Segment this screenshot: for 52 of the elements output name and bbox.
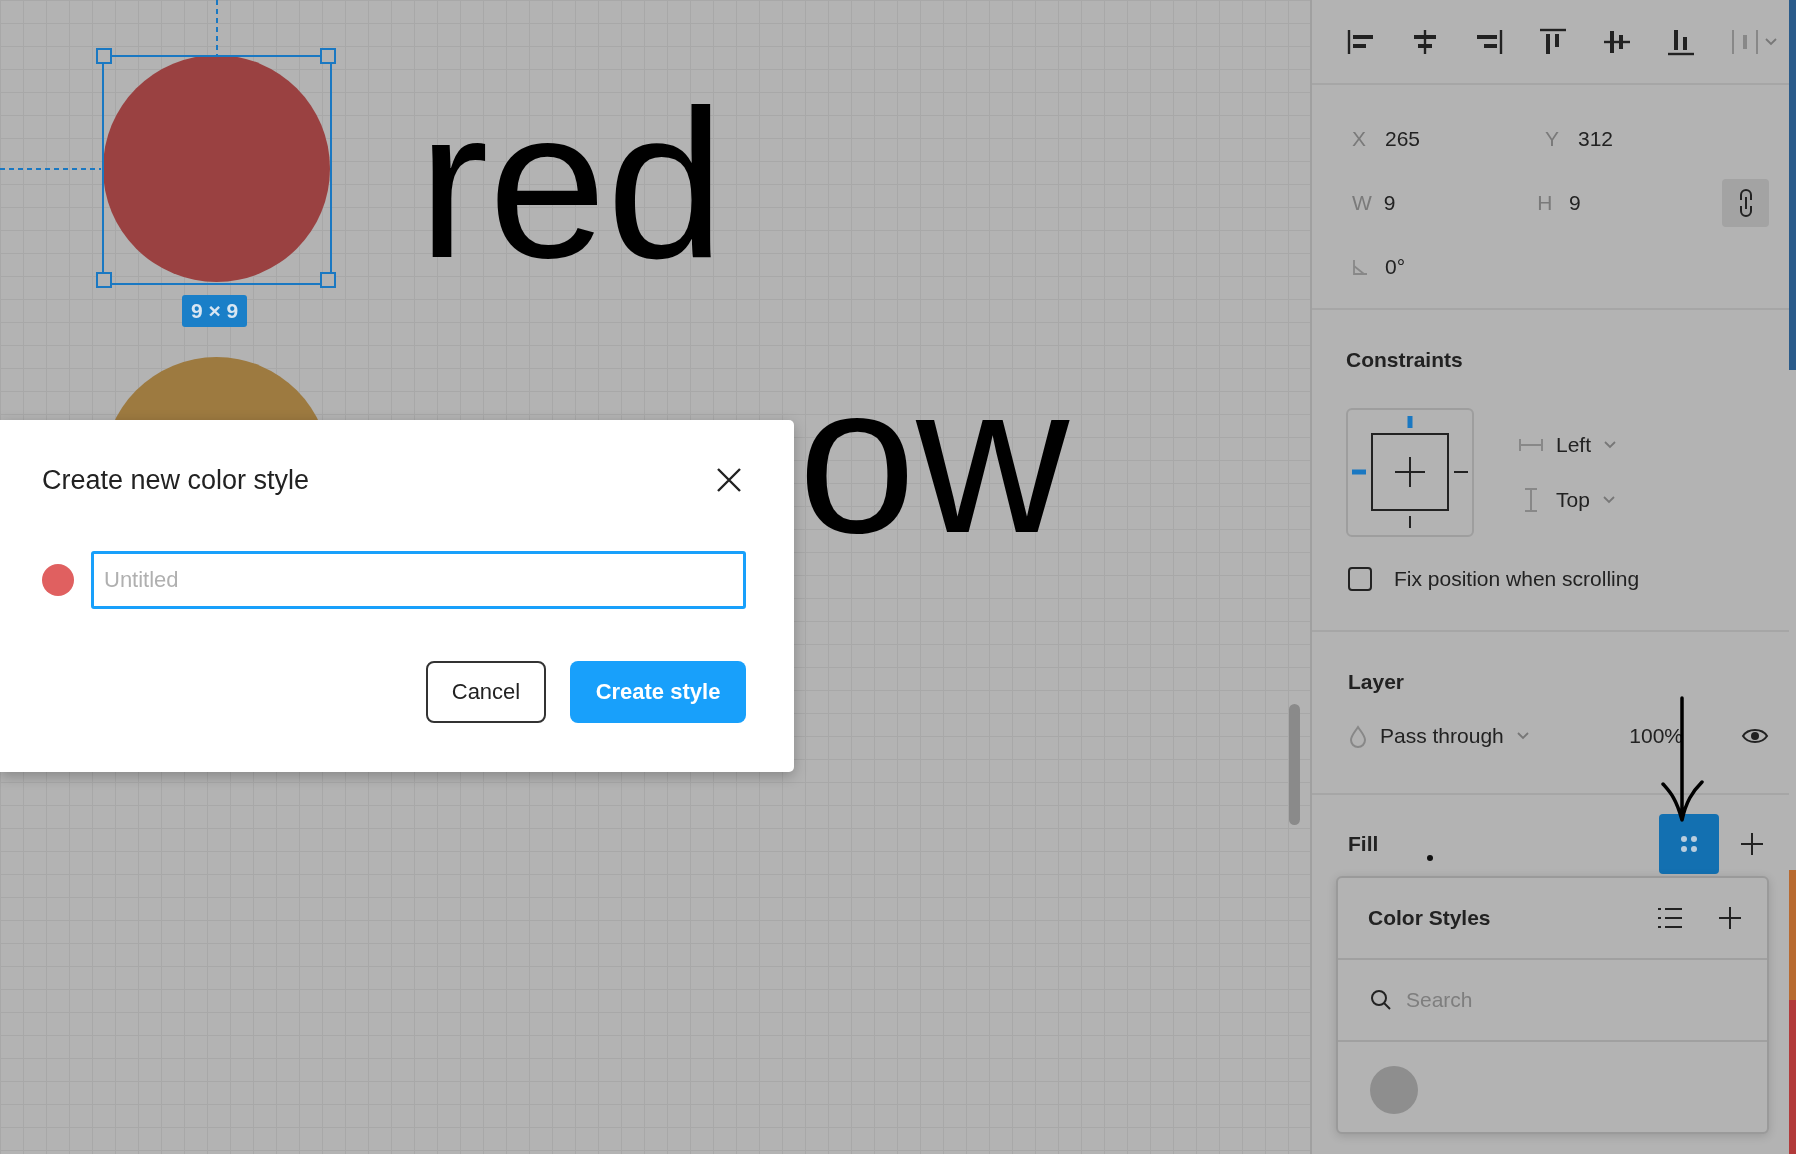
- canvas-text: red: [418, 78, 725, 290]
- size-label: 9 × 9: [182, 295, 248, 327]
- constraints-widget[interactable]: [1346, 408, 1474, 537]
- resize-handle[interactable]: [320, 272, 336, 288]
- chevron-icon: [1601, 494, 1616, 505]
- rotation-value[interactable]: 0°: [1385, 255, 1545, 279]
- canvas-text: ow: [798, 353, 1069, 565]
- checkbox-label: Fix position when scrolling: [1394, 567, 1640, 591]
- popover-title: Color Styles: [1368, 905, 1492, 931]
- angle-icon: [1352, 258, 1368, 276]
- guide-line: [215, 0, 219, 55]
- plus-icon: [1739, 831, 1765, 857]
- chevron-icon: [1603, 439, 1618, 450]
- section-title: Constraints: [1346, 347, 1464, 373]
- field-value[interactable]: 312: [1578, 127, 1738, 151]
- horizontal-constraint-dropdown[interactable]: Left: [1518, 432, 1618, 457]
- plus-icon: [1717, 905, 1743, 931]
- field-label: X: [1352, 127, 1367, 151]
- field-value[interactable]: 265: [1385, 127, 1545, 151]
- chevron-icon: [1515, 731, 1530, 741]
- field-label: Y: [1545, 127, 1560, 151]
- list-icon: [1657, 906, 1683, 930]
- field-label: H: [1537, 191, 1554, 215]
- field-value[interactable]: 9: [1568, 191, 1723, 215]
- close-icon: [716, 467, 742, 493]
- drop-icon: [1348, 724, 1368, 748]
- scrollbar[interactable]: [1289, 704, 1300, 825]
- color-swatch: [42, 564, 74, 596]
- resize-handle[interactable]: [96, 272, 112, 288]
- chevron-icon: [1764, 36, 1778, 47]
- vertical-constraint-dropdown[interactable]: Top: [1518, 486, 1618, 513]
- align-top-button[interactable]: [1538, 26, 1568, 57]
- dot-mark: [1427, 855, 1433, 861]
- dialog-title: Create new color style: [42, 464, 310, 496]
- checkbox[interactable]: [1348, 567, 1372, 591]
- styles-button[interactable]: [1659, 814, 1719, 874]
- section-title: Fill: [1348, 831, 1380, 857]
- search-icon: [1370, 989, 1392, 1011]
- blend-mode-dropdown[interactable]: Pass through: [1348, 724, 1530, 748]
- name-field[interactable]: Untitled: [91, 551, 746, 609]
- resize-handle[interactable]: [96, 48, 112, 64]
- four-dots-icon: [1679, 834, 1699, 854]
- color-swatch[interactable]: [1370, 1066, 1418, 1114]
- section-title: Layer: [1348, 669, 1406, 695]
- constrain-proportions-button[interactable]: [1722, 179, 1769, 227]
- field-label: W: [1352, 191, 1373, 215]
- link-icon: [1737, 188, 1754, 218]
- cancel-button[interactable]: Cancel: [426, 661, 546, 723]
- resize-handle[interactable]: [320, 48, 336, 64]
- field-value[interactable]: 9: [1383, 191, 1538, 215]
- align-top-icon: [1538, 26, 1568, 57]
- horizontal-spacing-icon: [1518, 436, 1544, 453]
